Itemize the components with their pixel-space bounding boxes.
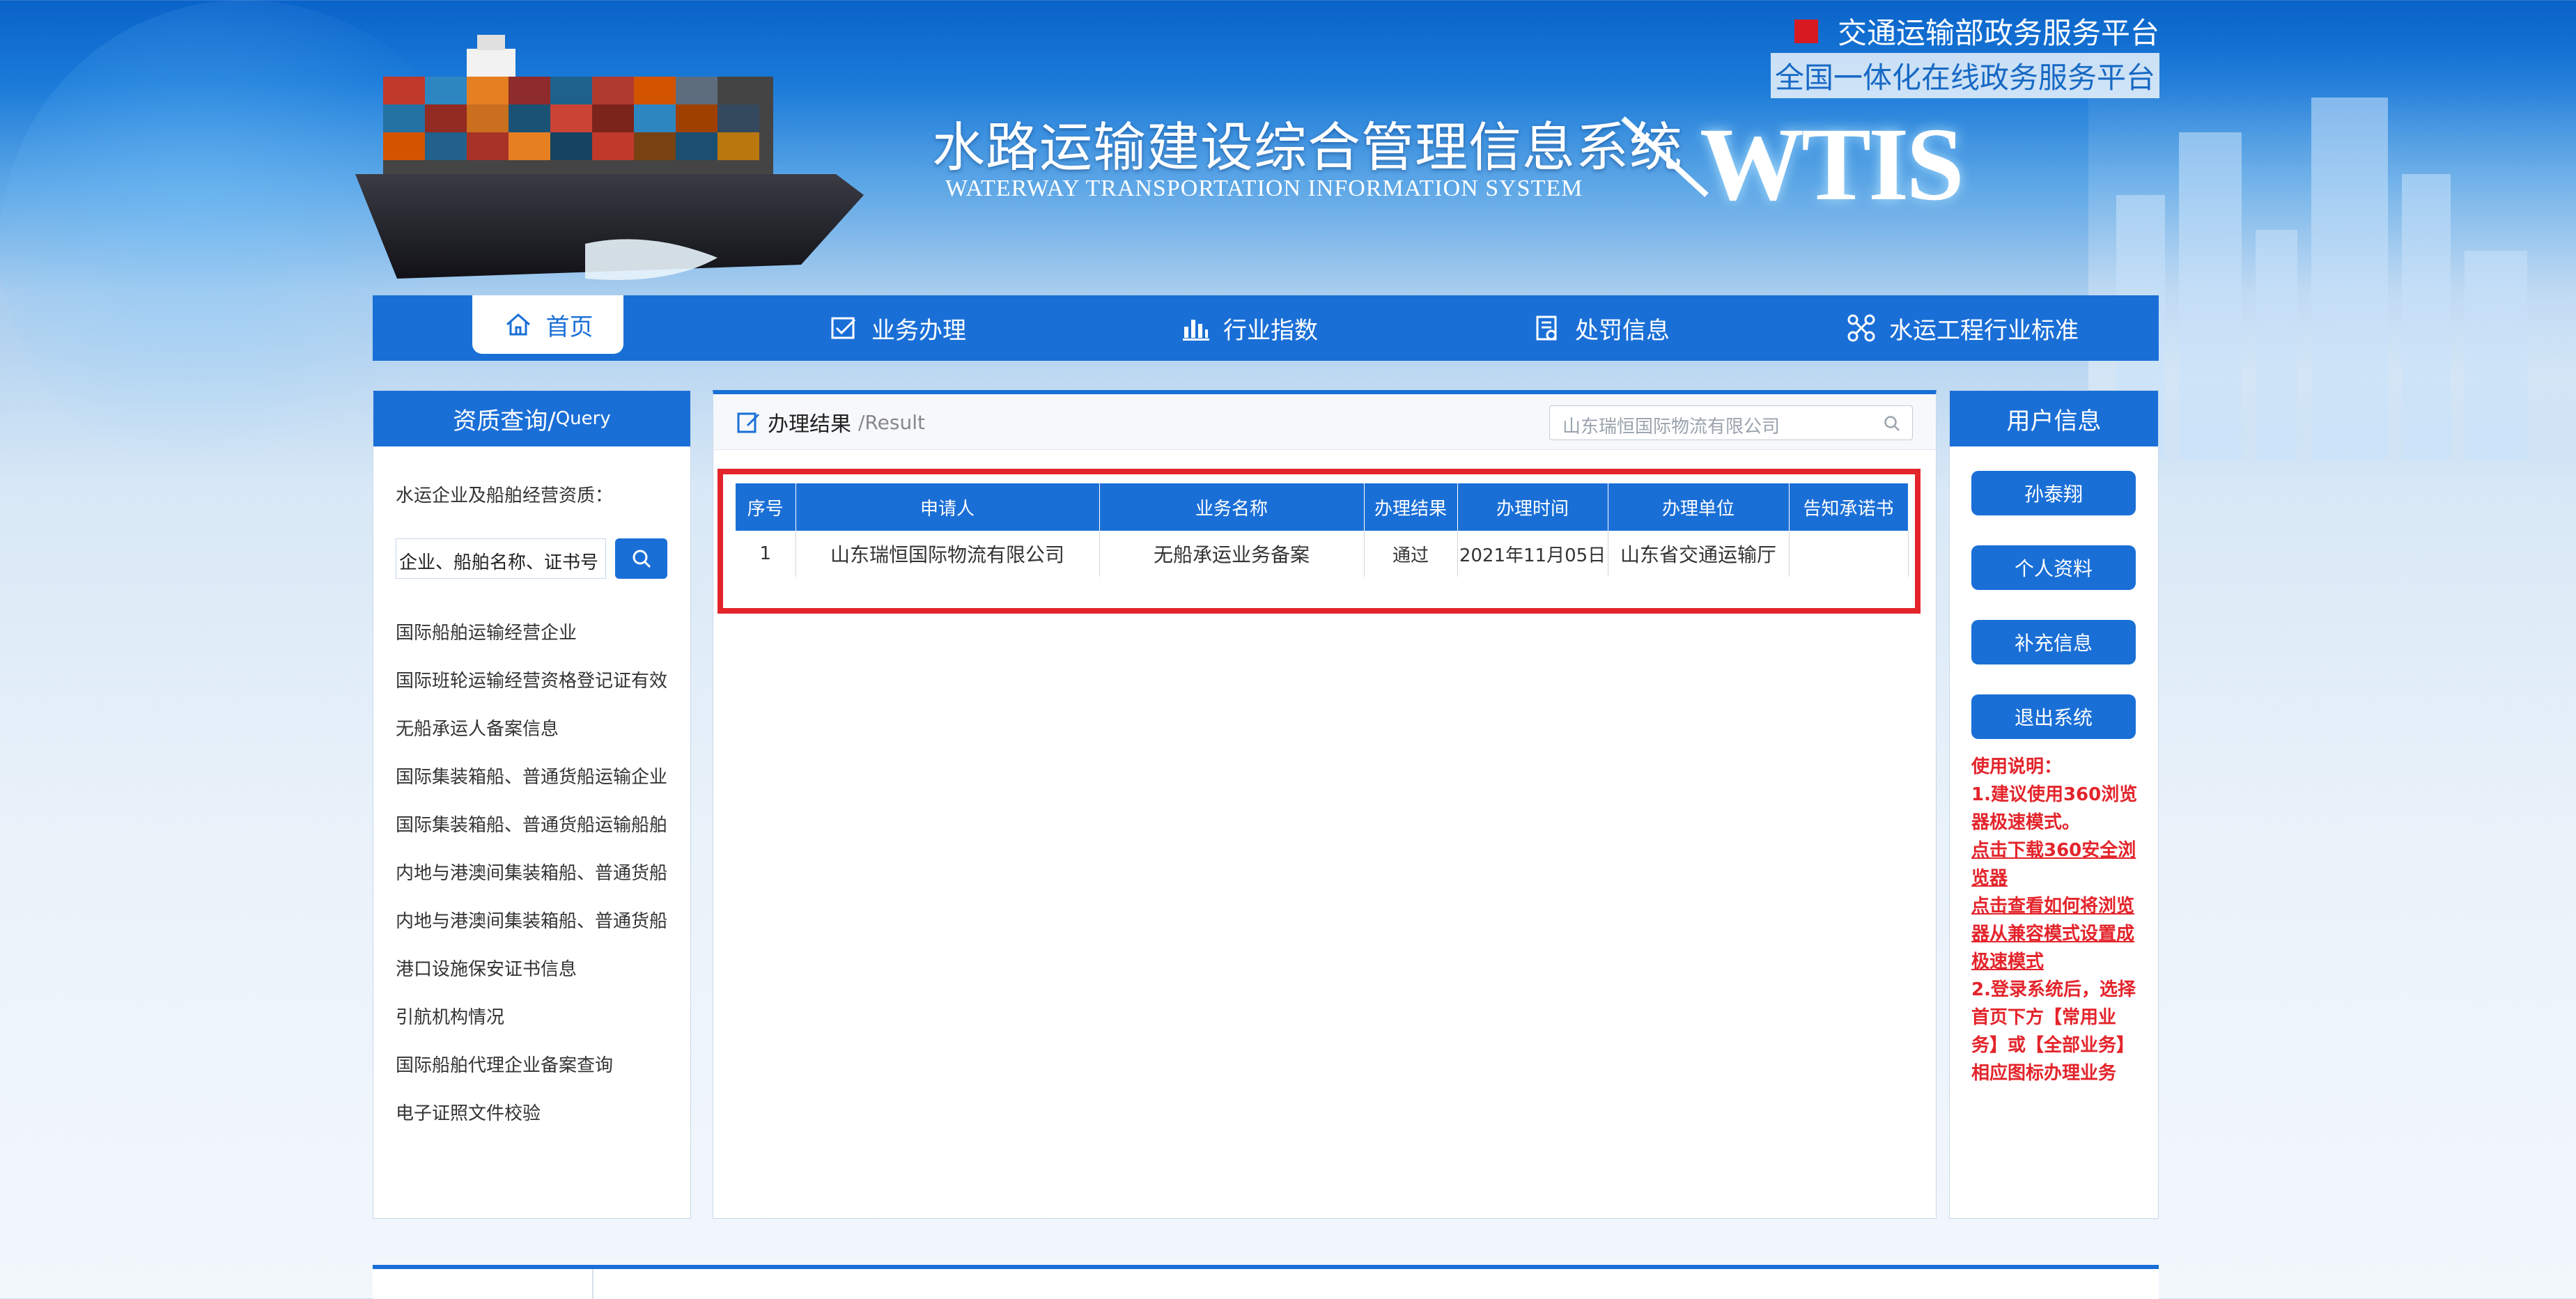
top-link-mot-service[interactable]: 交通运输部政务服务平台 [1794, 10, 2159, 52]
nav-industry-index-label: 行业指数 [1223, 316, 1318, 345]
username-button[interactable]: 孙泰翔 [1971, 471, 2136, 515]
home-icon [506, 313, 530, 336]
nav-business-label: 业务办理 [871, 316, 966, 345]
notes-line-2: 2.登录系统后，选择首页下方【常用业务】或【全部业务】相应图标办理业务 [1971, 979, 2136, 1084]
system-title: 水路运输建设综合管理信息系统 [932, 116, 1683, 178]
query-link-container-enterprise[interactable]: 国际集装箱船、普通货船运输企业 [396, 756, 678, 804]
main-nav: 首页 业务办理 行业指数 处罚信息 水运工程行业标准 [373, 295, 2159, 361]
user-info-panel: 用户信息 孙泰翔 个人资料 补充信息 退出系统 使用说明： 1.建议使用360浏… [1949, 390, 2159, 1219]
logo-slash-decoration [1621, 116, 1709, 197]
query-search-button[interactable] [615, 538, 667, 579]
panel-title: 资质查询/ [453, 407, 556, 435]
network-icon [1847, 314, 1875, 342]
nav-industry-index[interactable]: 行业指数 [1180, 295, 1318, 361]
cargo-ship-illustration [355, 35, 864, 280]
notes-heading: 使用说明： [1971, 756, 2063, 777]
system-subtitle: WATERWAY TRANSPORTATION INFORMATION SYST… [945, 176, 1583, 201]
cell-index: 1 [736, 531, 796, 577]
cell-unit: 山东省交通运输厅 [1608, 531, 1790, 577]
result-table: 序号 申请人 业务名称 办理结果 办理时间 办理单位 告知承诺书 1 山东瑞恒国… [736, 483, 1909, 577]
query-link-e-certificate[interactable]: 电子证照文件校验 [396, 1093, 678, 1141]
speed-mode-help-link[interactable]: 点击查看如何将浏览器从兼容模式设置成极速模式 [1971, 892, 2142, 976]
result-search-value: 山东瑞恒国际物流有限公司 [1562, 417, 1780, 437]
search-icon[interactable] [1883, 414, 1901, 433]
col-header-result: 办理结果 [1364, 483, 1458, 531]
col-header-commitment: 告知承诺书 [1789, 483, 1909, 531]
logout-button[interactable]: 退出系统 [1971, 694, 2136, 739]
result-header: 办理结果 /Result 山东瑞恒国际物流有限公司 [713, 394, 1936, 450]
cell-business: 无船承运业务备案 [1099, 531, 1365, 577]
profile-button[interactable]: 个人资料 [1971, 545, 2136, 590]
query-link-hk-macao-1[interactable]: 内地与港澳间集装箱船、普通货船 [396, 853, 678, 901]
query-link-container-vessel[interactable]: 国际集装箱船、普通货船运输船舶 [396, 804, 678, 853]
query-link-pilotage[interactable]: 引航机构情况 [396, 997, 678, 1045]
bar-chart-icon [1183, 320, 1209, 341]
query-link-port-security[interactable]: 港口设施保安证书信息 [396, 949, 678, 997]
result-title: 办理结果 /Result [736, 407, 925, 437]
query-link-list: 国际船舶运输经营企业 国际班轮运输经营资格登记证有效 无船承运人备案信息 国际集… [396, 612, 678, 1141]
usage-notes: 使用说明： 1.建议使用360浏览器极速模式。 点击下载360安全浏览器 点击查… [1971, 753, 2142, 1087]
col-header-applicant: 申请人 [796, 483, 1100, 531]
cell-applicant: 山东瑞恒国际物流有限公司 [796, 531, 1100, 577]
query-search-input[interactable]: 企业、船舶名称、证书号（ [396, 538, 606, 579]
checkbox-icon [831, 317, 856, 339]
query-link-nvocc[interactable]: 无船承运人备案信息 [396, 708, 678, 756]
query-link-hk-macao-2[interactable]: 内地与港澳间集装箱船、普通货船 [396, 901, 678, 949]
result-title-label: 办理结果 [768, 412, 851, 437]
query-intro-text: 水运企业及船舶经营资质： [396, 485, 614, 506]
cell-result: 通过 [1364, 531, 1458, 577]
nav-standards[interactable]: 水运工程行业标准 [1846, 295, 2079, 361]
result-panel: 办理结果 /Result 山东瑞恒国际物流有限公司 序号 申请人 业务名称 办理… [713, 390, 1937, 1219]
bottom-panel-strip [373, 1265, 2159, 1299]
document-icon [1536, 316, 1557, 341]
col-header-business: 业务名称 [1099, 483, 1365, 531]
nav-standards-label: 水运工程行业标准 [1889, 316, 2079, 345]
col-header-unit: 办理单位 [1608, 483, 1790, 531]
panel-title-en: Query [555, 408, 611, 429]
wtis-logo: WTIS [1700, 107, 1964, 222]
user-info-header: 用户信息 [1950, 391, 2158, 446]
cell-commitment[interactable] [1789, 531, 1909, 577]
cell-time: 2021年11月05日 [1457, 531, 1608, 577]
edit-icon [737, 412, 759, 433]
bottom-divider [592, 1269, 593, 1299]
query-link-ship-agency[interactable]: 国际船舶代理企业备案查询 [396, 1045, 678, 1093]
nav-home[interactable]: 首页 [472, 295, 623, 354]
red-square-icon [1794, 19, 1818, 43]
result-search-input[interactable]: 山东瑞恒国际物流有限公司 [1549, 405, 1913, 440]
col-header-index: 序号 [736, 483, 796, 531]
table-row[interactable]: 1 山东瑞恒国际物流有限公司 无船承运业务备案 通过 2021年11月05日 山… [736, 531, 1909, 577]
result-title-en: /Result [858, 410, 925, 434]
nav-penalty-info-label: 处罚信息 [1575, 316, 1670, 345]
city-skyline-background [2088, 42, 2576, 460]
top-link-mot-label: 交通运输部政务服务平台 [1837, 16, 2159, 50]
nav-home-label: 首页 [545, 313, 593, 341]
nav-business[interactable]: 业务办理 [828, 295, 966, 361]
qualification-query-header: 资质查询/Query [373, 391, 690, 446]
qualification-query-panel: 资质查询/Query 水运企业及船舶经营资质： 企业、船舶名称、证书号（ 国际船… [373, 390, 691, 1219]
search-icon [633, 550, 651, 568]
supplement-info-button[interactable]: 补充信息 [1971, 620, 2136, 664]
nav-penalty-info[interactable]: 处罚信息 [1532, 295, 1670, 361]
notes-line-1: 1.建议使用360浏览器极速模式。 [1971, 784, 2138, 833]
query-link-intl-shipping[interactable]: 国际船舶运输经营企业 [396, 612, 678, 660]
query-link-liner-registration[interactable]: 国际班轮运输经营资格登记证有效 [396, 660, 678, 708]
col-header-time: 办理时间 [1457, 483, 1608, 531]
top-link-national-service[interactable]: 全国一体化在线政务服务平台 [1770, 53, 2159, 98]
download-360-link[interactable]: 点击下载360安全浏览器 [1971, 837, 2142, 892]
table-header-row: 序号 申请人 业务名称 办理结果 办理时间 办理单位 告知承诺书 [736, 483, 1909, 531]
